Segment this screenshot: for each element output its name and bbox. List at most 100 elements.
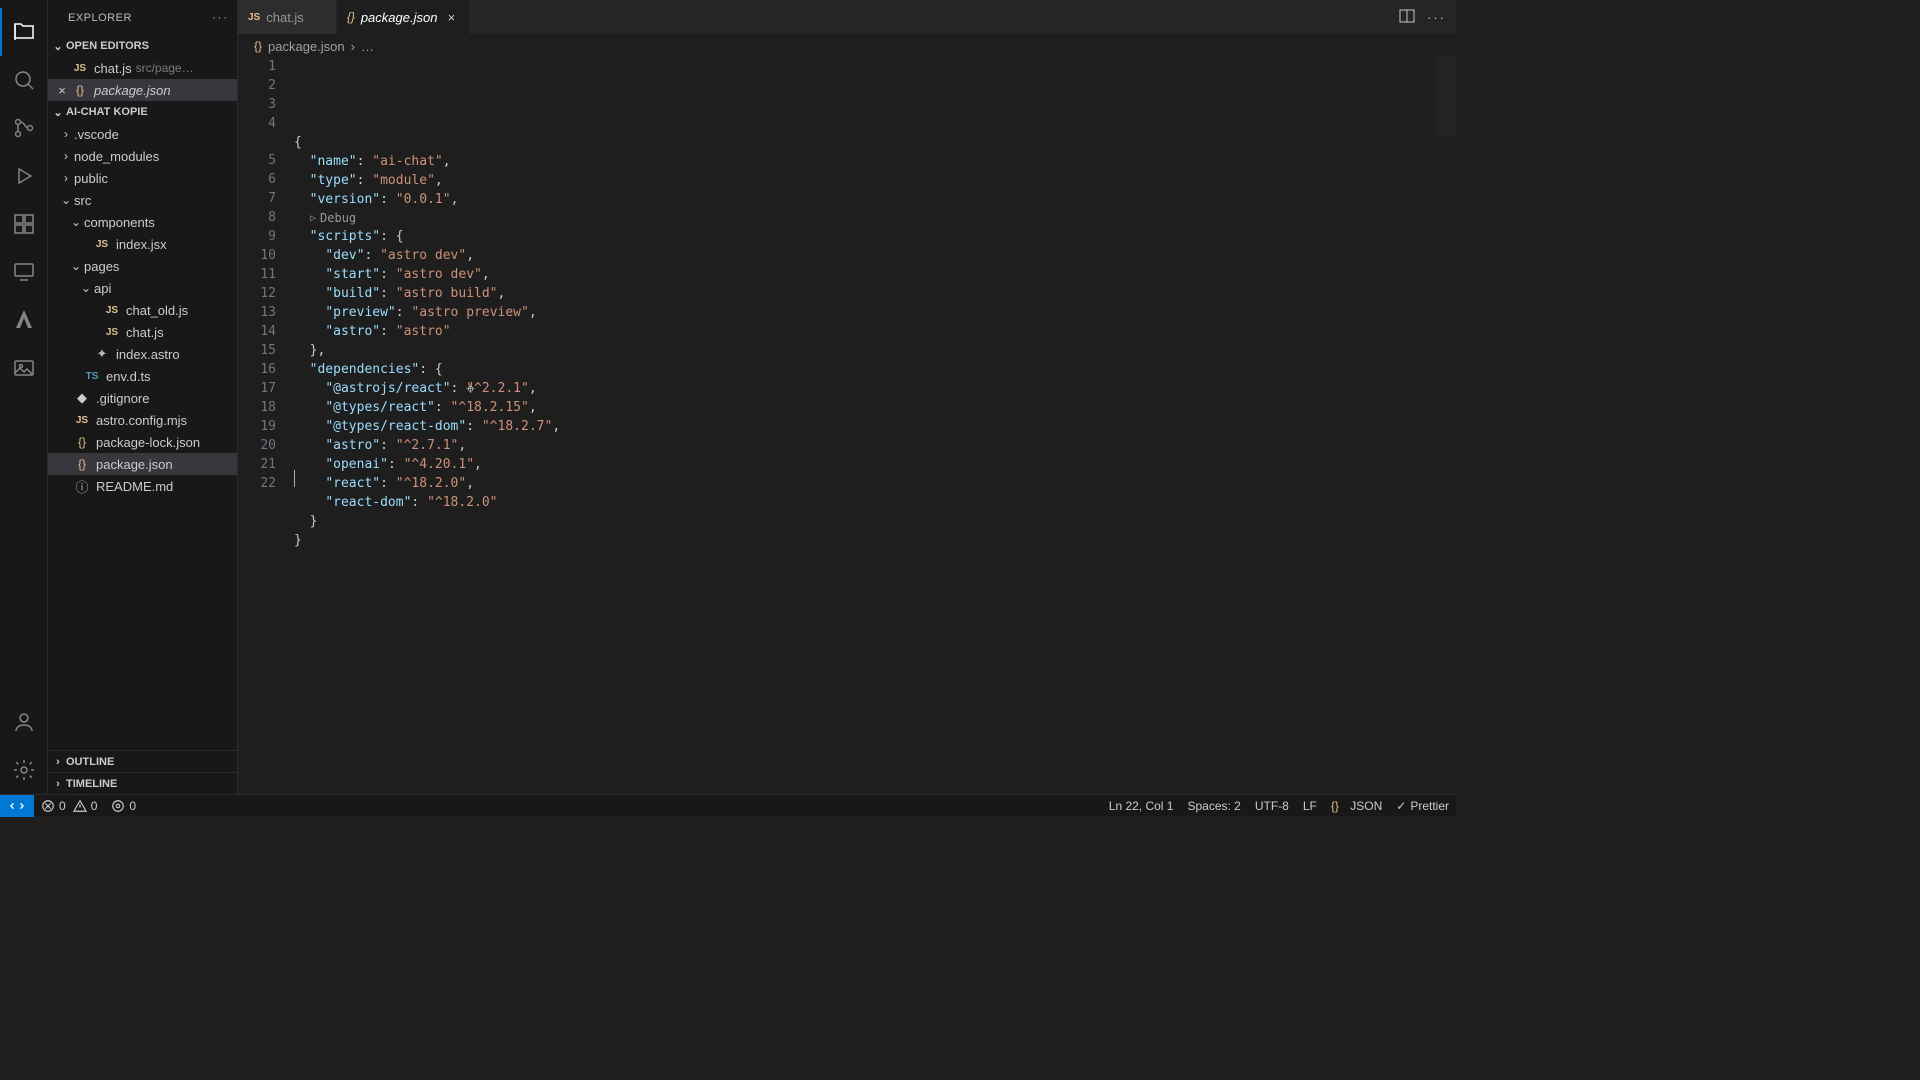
play-icon: ▷ bbox=[310, 209, 316, 228]
astro-icon[interactable] bbox=[0, 296, 48, 344]
file-item[interactable]: JSastro.config.mjs bbox=[48, 409, 237, 431]
breadcrumb-sep: › bbox=[351, 39, 355, 54]
editor-tab[interactable]: JSchat.js bbox=[238, 0, 337, 34]
explorer-icon[interactable] bbox=[0, 8, 48, 56]
tree-label: chat.js bbox=[126, 325, 164, 340]
chevron-right-icon[interactable]: › bbox=[58, 171, 74, 185]
json-icon: {} bbox=[72, 83, 88, 97]
code-line[interactable]: "name": "ai-chat", bbox=[294, 152, 1436, 171]
source-control-icon[interactable] bbox=[0, 104, 48, 152]
file-item[interactable]: JSindex.jsx bbox=[48, 233, 237, 255]
code-line[interactable]: } bbox=[294, 512, 1436, 531]
code-line[interactable] bbox=[294, 550, 1436, 569]
open-editors-header[interactable]: ⌄ OPEN EDITORS bbox=[48, 35, 237, 57]
problems-warnings[interactable]: 0 bbox=[73, 799, 105, 813]
outline-header[interactable]: › OUTLINE bbox=[48, 750, 237, 772]
tab-label: chat.js bbox=[266, 10, 304, 25]
folder-item[interactable]: ›node_modules bbox=[48, 145, 237, 167]
file-item[interactable]: {}package-lock.json bbox=[48, 431, 237, 453]
file-item[interactable]: ⓘ README.md bbox=[48, 475, 237, 497]
chevron-down-icon[interactable]: ⌄ bbox=[78, 281, 94, 295]
code-line[interactable]: { bbox=[294, 133, 1436, 152]
code-line[interactable]: "astro": "^2.7.1", bbox=[294, 436, 1436, 455]
code-editor[interactable]: 12345678910111213141516171819202122 ⌖ { … bbox=[238, 57, 1456, 794]
code-line[interactable]: "preview": "astro preview", bbox=[294, 303, 1436, 322]
file-label: chat.js bbox=[94, 61, 132, 76]
breadcrumb-node: … bbox=[361, 39, 374, 54]
ports[interactable]: 0 bbox=[104, 799, 143, 813]
remote-indicator[interactable] bbox=[0, 795, 34, 817]
more-actions-icon[interactable]: ··· bbox=[1427, 10, 1446, 25]
info-icon: ⓘ bbox=[74, 477, 90, 496]
code-line[interactable]: "dependencies": { bbox=[294, 360, 1436, 379]
code-line[interactable]: }, bbox=[294, 341, 1436, 360]
breadcrumbs[interactable]: {} package.json › … bbox=[238, 35, 1456, 57]
code-line[interactable]: "scripts": { bbox=[294, 227, 1436, 246]
extensions-icon[interactable] bbox=[0, 200, 48, 248]
code-line[interactable]: "version": "0.0.1", bbox=[294, 190, 1436, 209]
formatter[interactable]: ✓ Prettier bbox=[1389, 799, 1456, 813]
code-line[interactable]: "build": "astro build", bbox=[294, 284, 1436, 303]
close-icon[interactable]: × bbox=[52, 83, 72, 98]
more-icon[interactable]: ··· bbox=[212, 12, 229, 24]
eol[interactable]: LF bbox=[1296, 799, 1324, 813]
ports-count: 0 bbox=[129, 799, 136, 813]
code-line[interactable]: "type": "module", bbox=[294, 171, 1436, 190]
cursor-position[interactable]: Ln 22, Col 1 bbox=[1102, 799, 1181, 813]
file-item[interactable]: JSchat_old.js bbox=[48, 299, 237, 321]
settings-gear-icon[interactable] bbox=[0, 746, 48, 794]
minimap[interactable] bbox=[1436, 57, 1456, 794]
code-line[interactable]: "react": "^18.2.0", bbox=[294, 474, 1436, 493]
run-debug-icon[interactable] bbox=[0, 152, 48, 200]
code-line[interactable]: "@types/react": "^18.2.15", bbox=[294, 398, 1436, 417]
encoding[interactable]: UTF-8 bbox=[1248, 799, 1296, 813]
tab-bar: JSchat.js{}package.json× ··· bbox=[238, 0, 1456, 35]
folder-item[interactable]: ›public bbox=[48, 167, 237, 189]
file-item[interactable]: JSchat.js bbox=[48, 321, 237, 343]
code-line[interactable]: } bbox=[294, 531, 1436, 550]
chevron-right-icon[interactable]: › bbox=[58, 127, 74, 141]
project-header[interactable]: ⌄ AI-CHAT KOPIE bbox=[48, 101, 237, 123]
tree-label: src bbox=[74, 193, 91, 208]
tree-label: astro.config.mjs bbox=[96, 413, 187, 428]
close-icon[interactable]: × bbox=[443, 10, 459, 25]
chevron-down-icon[interactable]: ⌄ bbox=[58, 193, 74, 207]
code-line[interactable]: "dev": "astro dev", bbox=[294, 246, 1436, 265]
folder-item[interactable]: ⌄api bbox=[48, 277, 237, 299]
file-item[interactable]: {}package.json bbox=[48, 453, 237, 475]
open-editor-item[interactable]: JSchat.jssrc/page… bbox=[48, 57, 237, 79]
warning-count: 0 bbox=[91, 799, 98, 813]
code-line[interactable]: "@astrojs/react": "^2.2.1", bbox=[294, 379, 1436, 398]
codelens-debug[interactable]: ▷Debug bbox=[294, 209, 1436, 227]
tab-label: package.json bbox=[361, 10, 438, 25]
folder-item[interactable]: ⌄components bbox=[48, 211, 237, 233]
folder-item[interactable]: ›.vscode bbox=[48, 123, 237, 145]
file-item[interactable]: TSenv.d.ts bbox=[48, 365, 237, 387]
code-line[interactable]: "start": "astro dev", bbox=[294, 265, 1436, 284]
chevron-down-icon[interactable]: ⌄ bbox=[68, 215, 84, 229]
language-mode[interactable]: {} JSON bbox=[1324, 799, 1389, 813]
tree-label: README.md bbox=[96, 479, 173, 494]
chevron-down-icon[interactable]: ⌄ bbox=[68, 259, 84, 273]
chevron-right-icon[interactable]: › bbox=[58, 149, 74, 163]
file-item[interactable]: ✦index.astro bbox=[48, 343, 237, 365]
remote-explorer-icon[interactable] bbox=[0, 248, 48, 296]
code-line[interactable]: "openai": "^4.20.1", bbox=[294, 455, 1436, 474]
accounts-icon[interactable] bbox=[0, 698, 48, 746]
problems-errors[interactable]: 0 bbox=[34, 799, 73, 813]
timeline-header[interactable]: › TIMELINE bbox=[48, 772, 237, 794]
code-line[interactable]: "astro": "astro" bbox=[294, 322, 1436, 341]
search-icon[interactable] bbox=[0, 56, 48, 104]
outline-label: OUTLINE bbox=[66, 756, 114, 768]
split-editor-icon[interactable] bbox=[1399, 8, 1415, 27]
image-icon[interactable] bbox=[0, 344, 48, 392]
code-line[interactable]: "@types/react-dom": "^18.2.7", bbox=[294, 417, 1436, 436]
folder-item[interactable]: ⌄pages bbox=[48, 255, 237, 277]
file-item[interactable]: ◆.gitignore bbox=[48, 387, 237, 409]
chevron-right-icon: › bbox=[50, 756, 66, 768]
open-editor-item[interactable]: ×{}package.json bbox=[48, 79, 237, 101]
editor-tab[interactable]: {}package.json× bbox=[337, 0, 471, 34]
code-line[interactable]: "react-dom": "^18.2.0" bbox=[294, 493, 1436, 512]
folder-item[interactable]: ⌄src bbox=[48, 189, 237, 211]
indentation[interactable]: Spaces: 2 bbox=[1180, 799, 1247, 813]
